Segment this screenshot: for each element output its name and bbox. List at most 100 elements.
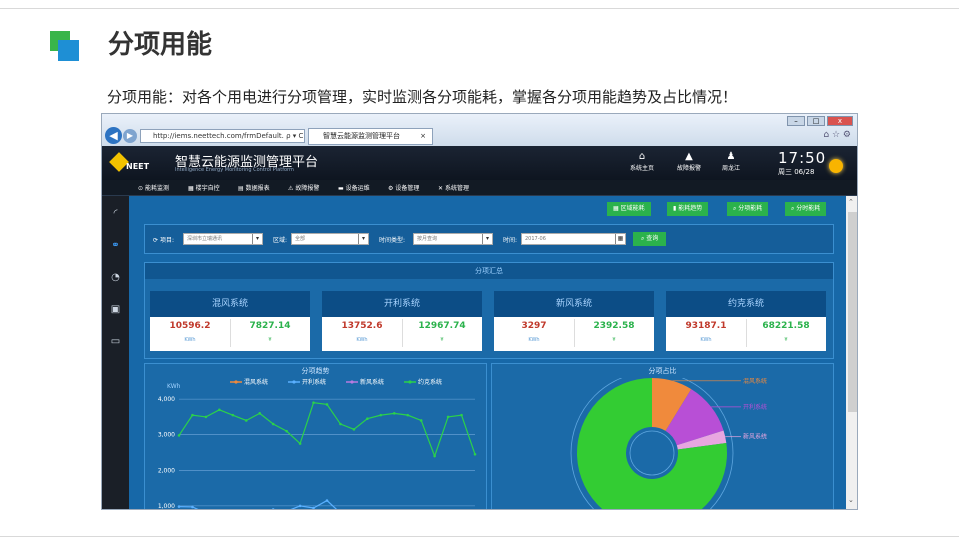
search-icon: ⌕ (791, 205, 795, 212)
energy-trend-button[interactable]: ▮ 能耗趋势 (667, 202, 709, 216)
data-point (446, 415, 450, 419)
y-tick-label: 2,000 (158, 467, 175, 474)
content-scrollbar[interactable]: ⌃ ⌄ (846, 196, 857, 509)
data-point (325, 403, 329, 406)
chevron-down-icon: ▾ (358, 234, 368, 244)
main-content: ▦ 区域能耗 ▮ 能耗趋势 ⌕ 分项能耗 ⌕ 分时能耗 ⟳ 项目: 深圳市立瑞通… (129, 196, 846, 509)
warning-icon: ▲ (685, 151, 693, 162)
eye-icon: ⊙ (138, 185, 144, 192)
share-title: 分项占比 (648, 367, 677, 375)
data-point (433, 454, 436, 458)
data-point (258, 412, 262, 415)
browser-tab[interactable]: 智慧云能源监测管理平台 × (308, 128, 433, 145)
back-icon[interactable]: ◀ (105, 127, 122, 144)
slide-logo-icon (50, 31, 80, 61)
device-icon: ▬ (338, 185, 344, 192)
header-nav-alarm[interactable]: ▲ 故障报警 (677, 151, 701, 172)
app-menu: ⊙ 能耗监测 ▦ 楼宇自控 ▤ 数据报表 ⚠ 故障报警 ▬ 设备运维 ⚙ 设备管… (102, 180, 857, 196)
sidebar: ◜ ⚭ ◔ ▣ ▭ (102, 196, 129, 509)
data-point (325, 499, 329, 502)
trend-chart: KWh 4,000 3,000 2,000 1,000 混风系统 开利系统 新风系统 约克系统 (158, 378, 477, 509)
tab-close-icon[interactable]: × (420, 129, 426, 144)
bar-icon: ▮ (673, 205, 677, 212)
series-line (178, 499, 338, 509)
data-point (312, 401, 315, 404)
query-button[interactable]: ⌕ 查询 (633, 232, 667, 246)
scrollbar-thumb (848, 212, 857, 412)
network-icon[interactable]: ⚭ (108, 238, 123, 253)
header-nav-user[interactable]: ♟ 周龙江 (722, 151, 740, 172)
slide-description: 分项用能：对各个用电进行分项管理，实时监测各分项能耗，掌握各分项用能趋势及占比情… (107, 88, 738, 106)
trend-title: 分项趋势 (301, 367, 330, 375)
search-icon: ⌕ (641, 235, 645, 242)
legend-marker (234, 380, 238, 384)
forward-icon[interactable]: ▶ (123, 129, 137, 143)
data-point (312, 506, 315, 509)
menu-fault-alarm[interactable]: ⚠ 故障报警 (288, 183, 319, 192)
menu-device-ops[interactable]: ▬ 设备运维 (338, 183, 370, 192)
y-tick-label: 4,000 (158, 396, 175, 403)
gauge-icon[interactable]: ◜ (108, 206, 123, 221)
close-window-button[interactable]: x (827, 116, 853, 126)
summary-card: 开利系统 13752.6 12967.74 KWh ¥ (322, 291, 482, 351)
time-energy-button[interactable]: ⌕ 分时能耗 (785, 202, 827, 216)
data-point (177, 434, 181, 437)
window-controls: – □ x (787, 116, 853, 126)
pie-icon[interactable]: ◔ (108, 270, 123, 285)
home-icon: ⌂ (638, 151, 646, 162)
browser-toolbar-icons[interactable]: ⌂ ☆ ⚙ (823, 130, 851, 140)
clipboard-icon[interactable]: ▣ (108, 302, 123, 317)
share-chart: 混风系统开利系统新风系统 (570, 378, 767, 509)
pie-inner-ring (629, 430, 675, 476)
legend-marker (292, 380, 296, 384)
maximize-button[interactable]: □ (807, 116, 825, 126)
data-point (271, 508, 275, 509)
data-point (231, 413, 235, 417)
legend-label: 约克系统 (418, 378, 442, 386)
data-point (392, 412, 396, 415)
data-point (285, 429, 288, 433)
region-energy-button[interactable]: ▦ 区域能耗 (607, 202, 651, 216)
summary-panel: 分项汇总 混风系统 10596.2 7827.14 KWh ¥ 开利系统 137… (144, 262, 834, 359)
monitor-icon[interactable]: ▭ (108, 334, 123, 349)
pie-label: 开利系统 (743, 403, 767, 411)
minimize-button[interactable]: – (787, 116, 805, 126)
data-point (244, 419, 248, 422)
menu-data-report[interactable]: ▤ 数据报表 (238, 183, 270, 192)
address-bar[interactable]: http://iems.neettech.com/frmDefault. ρ ▾… (140, 129, 305, 143)
clock-date: 周三 06/28 (778, 168, 815, 176)
menu-energy-monitor[interactable]: ⊙ 能耗监测 (138, 183, 169, 192)
time-input[interactable]: 2017-06 ▦ (521, 233, 626, 245)
trend-unit-label: KWh (167, 383, 181, 390)
summary-card: 约克系统 93187.1 68221.58 KWh ¥ (666, 291, 826, 351)
share-panel: 分项占比 混风系统 开利系统 新风系统 (491, 363, 834, 509)
legend-label: 开利系统 (302, 378, 326, 386)
summary-card: 新风系统 3297 2392.58 KWh ¥ (494, 291, 654, 351)
data-point (339, 422, 342, 426)
menu-building-control[interactable]: ▦ 楼宇自控 (188, 183, 220, 192)
data-point (298, 504, 302, 508)
area-label: 区域: (273, 237, 288, 244)
series-line (178, 402, 476, 458)
alarm-icon: ⚠ (288, 185, 294, 192)
item-energy-button[interactable]: ⌕ 分项能耗 (727, 202, 769, 216)
data-point (460, 413, 463, 417)
data-point (218, 408, 221, 412)
data-point (191, 505, 194, 509)
data-point (419, 419, 423, 422)
browser-chrome: – □ x ◀ ▶ http://iems.neettech.com/frmDe… (102, 114, 857, 146)
y-tick-label: 3,000 (158, 432, 175, 439)
menu-device-manage[interactable]: ⚙ 设备管理 (388, 183, 419, 192)
menu-system-manage[interactable]: ✕ 系统管理 (438, 183, 469, 192)
project-label: ⟳ 项目: (153, 237, 174, 244)
data-point (379, 413, 383, 417)
data-point (191, 413, 194, 417)
header-nav-home[interactable]: ⌂ 系统主页 (630, 151, 654, 172)
weather-sun-icon (829, 159, 843, 173)
project-select[interactable]: 深圳市立瑞通讯 ▾ (183, 233, 263, 245)
neet-logo: NEET (109, 152, 150, 174)
tools-icon: ✕ (438, 185, 444, 192)
legend-marker (350, 380, 354, 384)
time-type-select[interactable]: 按月查询 ▾ (413, 233, 493, 245)
area-select[interactable]: 全部 ▾ (291, 233, 369, 245)
